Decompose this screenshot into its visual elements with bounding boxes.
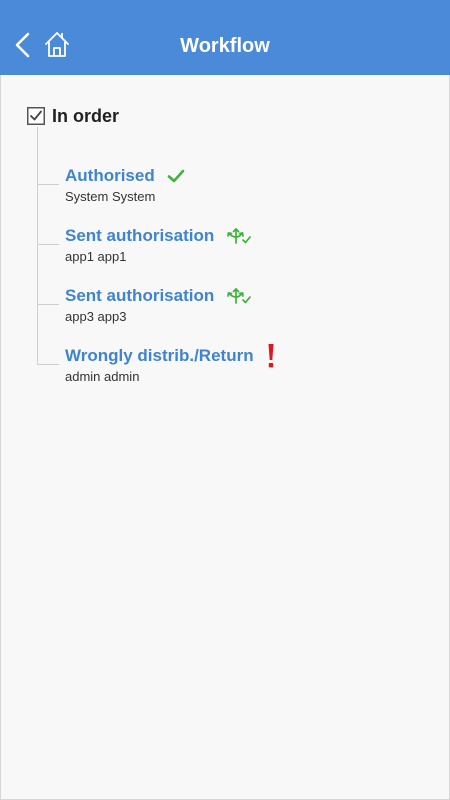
tree-connector <box>37 244 59 245</box>
workflow-step: Sent authorisation app1 app1 <box>65 225 252 265</box>
step-title-link[interactable]: Sent authorisation <box>65 225 214 247</box>
tree-connector <box>37 364 59 365</box>
exclamation-icon <box>268 344 274 368</box>
tree-connector <box>37 184 59 185</box>
workflow-step: Authorised System System <box>65 165 185 205</box>
group-label: In order <box>52 106 120 126</box>
group-in-order: In order <box>27 105 119 127</box>
workflow-step: Sent authorisation app3 app3 <box>65 285 252 325</box>
checkmark-icon <box>167 169 185 183</box>
distribute-check-icon <box>227 228 252 244</box>
tree-connector <box>37 304 59 305</box>
step-title-link[interactable]: Sent authorisation <box>65 285 214 307</box>
tree-vertical-line <box>37 127 38 364</box>
step-user: System System <box>65 189 156 204</box>
page-title: Workflow <box>180 35 270 57</box>
step-user: admin admin <box>65 369 140 384</box>
distribute-check-icon <box>227 288 252 304</box>
step-user: app3 app3 <box>65 309 127 324</box>
checkbox-checked-icon[interactable] <box>27 107 45 125</box>
header-bar: Workflow <box>0 0 450 75</box>
step-title-link[interactable]: Authorised <box>65 165 155 187</box>
step-user: app1 app1 <box>65 249 127 264</box>
workflow-step: Wrongly distrib./Return admin admin <box>65 344 276 385</box>
step-title-link[interactable]: Wrongly distrib./Return <box>65 345 254 367</box>
